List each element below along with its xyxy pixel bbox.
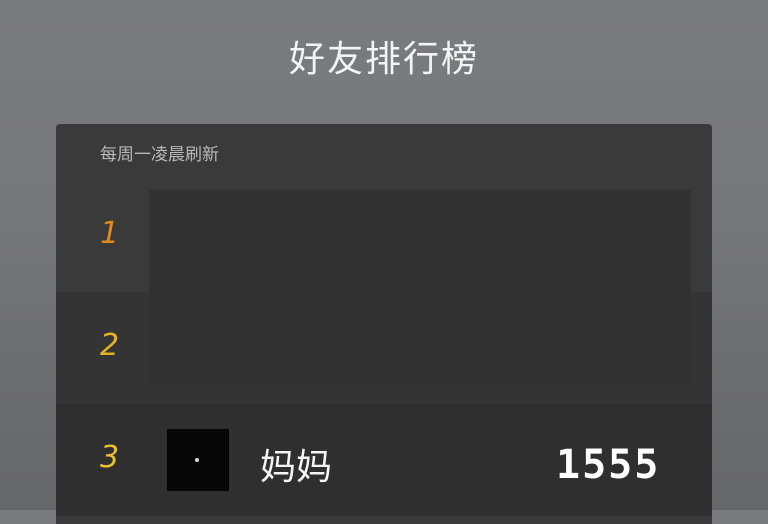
avatar <box>167 429 229 491</box>
refresh-note: 每周一凌晨刷新 <box>100 145 219 165</box>
player-score: 1555 <box>556 442 661 488</box>
player-name: 妈妈 <box>260 447 333 488</box>
empty-player-card <box>149 190 691 386</box>
avatar-dot-icon <box>195 458 199 462</box>
leaderboard-row-3[interactable]: 3 妈妈 1555 <box>56 404 712 516</box>
rank-number: 1 <box>100 216 120 251</box>
page-title: 好友排行榜 <box>288 39 479 80</box>
leaderboard-panel: 每周一凌晨刷新 1 2 3 妈妈 1555 <box>56 124 712 524</box>
rank-number: 3 <box>100 440 120 475</box>
rank-number: 2 <box>100 328 120 363</box>
